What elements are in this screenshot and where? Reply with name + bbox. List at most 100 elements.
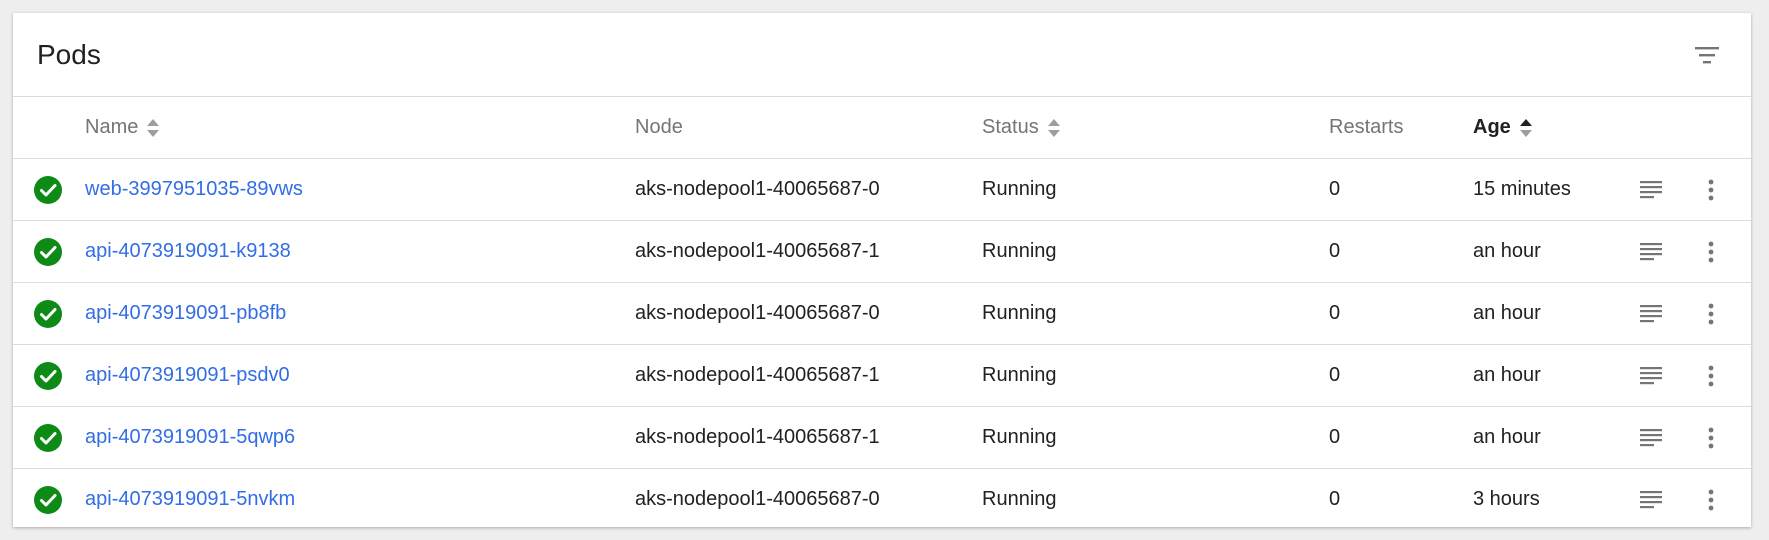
age-cell: an hour — [1473, 302, 1541, 324]
logs-icon — [1640, 428, 1662, 446]
logs-button[interactable] — [1633, 296, 1669, 332]
logs-button[interactable] — [1633, 420, 1669, 456]
age-cell: 15 minutes — [1473, 178, 1571, 200]
pod-name-cell: api-4073919091-5qwp6 — [85, 407, 295, 468]
more-vert-icon — [1708, 303, 1714, 324]
restarts-cell: 0 — [1329, 240, 1341, 262]
status-cell — [33, 407, 63, 468]
logs-cell — [1633, 221, 1669, 282]
table-row: api-4073919091-pb8fb aks-nodepool1-40065… — [13, 283, 1751, 345]
sort-icon — [147, 118, 160, 137]
node-cell: aks-nodepool1-40065687-1 — [635, 364, 880, 386]
pod-name-cell: api-4073919091-pb8fb — [85, 283, 286, 344]
status-text-cell: Running — [982, 426, 1057, 448]
restarts-cell: 0 — [1329, 426, 1341, 448]
logs-button[interactable] — [1633, 172, 1669, 208]
table-body: web-3997951035-89vws aks-nodepool1-40065… — [13, 159, 1751, 530]
column-header-age[interactable]: Age — [1473, 97, 1533, 158]
node-cell: aks-nodepool1-40065687-1 — [635, 240, 880, 262]
status-text-cell: Running — [982, 178, 1057, 200]
more-actions-button[interactable] — [1693, 172, 1729, 208]
sort-ascending-icon — [1519, 118, 1532, 137]
more-vert-icon — [1708, 427, 1714, 448]
status-cell — [33, 159, 63, 220]
more-actions-button[interactable] — [1693, 358, 1729, 394]
age-cell: an hour — [1473, 426, 1541, 448]
pod-name-link[interactable]: web-3997951035-89vws — [85, 178, 303, 201]
table-header: Name Node Status Restarts Age — [13, 97, 1751, 159]
menu-cell — [1693, 221, 1729, 282]
pod-name-cell: api-4073919091-5nvkm — [85, 469, 295, 530]
column-header-status[interactable]: Status — [982, 97, 1061, 158]
pod-name-link[interactable]: api-4073919091-pb8fb — [85, 302, 286, 325]
check-circle-icon — [34, 175, 62, 204]
logs-cell — [1633, 283, 1669, 344]
node-cell: aks-nodepool1-40065687-1 — [635, 426, 880, 448]
menu-cell — [1693, 159, 1729, 220]
logs-cell — [1633, 407, 1669, 468]
more-actions-button[interactable] — [1693, 420, 1729, 456]
check-circle-icon — [34, 237, 62, 266]
page-title: Pods — [37, 39, 101, 70]
age-cell: 3 hours — [1473, 488, 1540, 510]
table-row: api-4073919091-5nvkm aks-nodepool1-40065… — [13, 469, 1751, 530]
check-circle-icon — [34, 361, 62, 390]
logs-button[interactable] — [1633, 358, 1669, 394]
node-cell: aks-nodepool1-40065687-0 — [635, 178, 880, 200]
table-row: api-4073919091-5qwp6 aks-nodepool1-40065… — [13, 407, 1751, 469]
status-cell — [33, 345, 63, 406]
node-cell: aks-nodepool1-40065687-0 — [635, 302, 880, 324]
logs-cell — [1633, 345, 1669, 406]
filter-button[interactable] — [1689, 37, 1725, 73]
pod-name-cell: api-4073919091-k9138 — [85, 221, 291, 282]
logs-button[interactable] — [1633, 482, 1669, 518]
more-vert-icon — [1708, 489, 1714, 510]
more-actions-button[interactable] — [1693, 296, 1729, 332]
status-cell — [33, 283, 63, 344]
more-actions-button[interactable] — [1693, 482, 1729, 518]
card-header: Pods — [13, 13, 1751, 97]
pod-name-cell: web-3997951035-89vws — [85, 159, 303, 220]
status-text-cell: Running — [982, 488, 1057, 510]
status-text-cell: Running — [982, 302, 1057, 324]
table-row: api-4073919091-k9138 aks-nodepool1-40065… — [13, 221, 1751, 283]
pod-name-link[interactable]: api-4073919091-psdv0 — [85, 364, 290, 387]
pods-card: Pods Name Node Status Restarts Age web-3… — [13, 13, 1751, 527]
filter-icon — [1695, 47, 1719, 64]
age-cell: an hour — [1473, 364, 1541, 386]
status-text-cell: Running — [982, 364, 1057, 386]
logs-cell — [1633, 159, 1669, 220]
check-circle-icon — [34, 299, 62, 328]
logs-button[interactable] — [1633, 234, 1669, 270]
check-circle-icon — [34, 423, 62, 452]
status-text-cell: Running — [982, 240, 1057, 262]
table-row: api-4073919091-psdv0 aks-nodepool1-40065… — [13, 345, 1751, 407]
more-vert-icon — [1708, 179, 1714, 200]
column-header-node: Node — [635, 116, 683, 138]
table-row: web-3997951035-89vws aks-nodepool1-40065… — [13, 159, 1751, 221]
sort-icon — [1047, 118, 1060, 137]
logs-icon — [1640, 366, 1662, 384]
more-vert-icon — [1708, 365, 1714, 386]
pod-name-link[interactable]: api-4073919091-k9138 — [85, 240, 291, 263]
age-cell: an hour — [1473, 240, 1541, 262]
more-actions-button[interactable] — [1693, 234, 1729, 270]
menu-cell — [1693, 345, 1729, 406]
column-header-name[interactable]: Name — [85, 97, 160, 158]
logs-icon — [1640, 304, 1662, 322]
restarts-cell: 0 — [1329, 364, 1341, 386]
logs-icon — [1640, 242, 1662, 260]
menu-cell — [1693, 283, 1729, 344]
more-vert-icon — [1708, 241, 1714, 262]
restarts-cell: 0 — [1329, 488, 1341, 510]
pod-name-link[interactable]: api-4073919091-5nvkm — [85, 488, 295, 511]
menu-cell — [1693, 469, 1729, 530]
node-cell: aks-nodepool1-40065687-0 — [635, 488, 880, 510]
restarts-cell: 0 — [1329, 178, 1341, 200]
column-header-restarts: Restarts — [1329, 116, 1404, 138]
pod-name-cell: api-4073919091-psdv0 — [85, 345, 290, 406]
check-circle-icon — [34, 485, 62, 514]
pod-name-link[interactable]: api-4073919091-5qwp6 — [85, 426, 295, 449]
menu-cell — [1693, 407, 1729, 468]
logs-icon — [1640, 180, 1662, 198]
